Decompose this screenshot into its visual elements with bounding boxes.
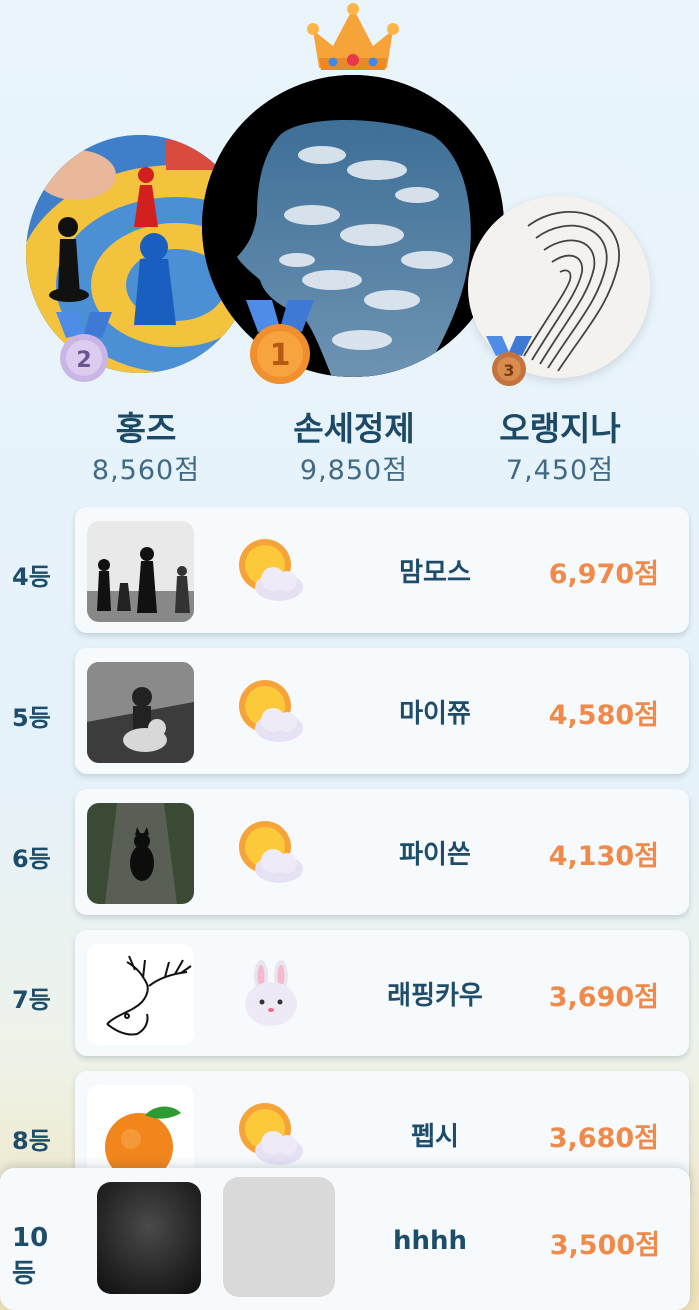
- bear-doll-photo: [87, 662, 194, 763]
- podium: 1 2 3 홍즈 8,560점 손세정제 9,850점 오랭지나 7,450점: [0, 0, 699, 495]
- gold-medal-icon: 1: [246, 300, 314, 384]
- sun-behind-cloud-icon: [239, 680, 303, 742]
- first-score: 9,850점: [299, 455, 409, 486]
- user-score: 6,970점: [548, 559, 659, 590]
- my-rank-card[interactable]: 10등 hhhh 3,500점: [0, 1168, 690, 1310]
- user-score: 3,680점: [548, 1123, 659, 1154]
- chess-pieces-photo: [87, 521, 194, 622]
- user-name: 마이쮸: [399, 699, 471, 729]
- my-avatar: [97, 1182, 201, 1294]
- list-item[interactable]: 파이쓴 4,130점: [75, 789, 689, 915]
- second-name: 홍즈: [115, 409, 177, 448]
- first-name: 손세정제: [293, 409, 415, 448]
- silver-medal-icon: 2: [56, 312, 112, 382]
- user-name: 맘모스: [399, 558, 471, 588]
- my-score: 3,500점: [549, 1230, 660, 1261]
- rank-label: 7등: [12, 986, 51, 1014]
- third-score: 7,450점: [505, 455, 615, 486]
- third-name: 오랭지나: [499, 409, 621, 448]
- rank-label: 6등: [12, 845, 51, 873]
- sun-behind-cloud-icon: [239, 539, 303, 601]
- user-name: 파이쓴: [399, 840, 471, 870]
- svg-text:1: 1: [270, 338, 291, 373]
- list-item[interactable]: 마이쮸 4,580점: [75, 648, 689, 774]
- rank-label: 8등: [12, 1127, 51, 1155]
- crown-icon: [307, 3, 399, 70]
- user-score: 4,580점: [548, 700, 659, 731]
- user-name: 펩시: [411, 1122, 459, 1152]
- my-rank-label: 10등: [12, 1223, 49, 1289]
- rank-label: 4등: [12, 563, 51, 591]
- sun-behind-cloud-icon: [239, 821, 303, 883]
- user-score: 4,130점: [548, 841, 659, 872]
- my-name: hhhh: [392, 1226, 468, 1256]
- list-item[interactable]: 맘모스 6,970점: [75, 507, 689, 633]
- black-cat-photo: [87, 803, 194, 904]
- user-score: 3,690점: [548, 982, 659, 1013]
- my-emoji-placeholder: [223, 1177, 335, 1297]
- rabbit-face-icon: [245, 960, 297, 1026]
- svg-text:2: 2: [76, 348, 91, 373]
- rank-label: 5등: [12, 704, 51, 732]
- sun-behind-cloud-icon: [239, 1103, 303, 1165]
- second-score: 8,560점: [91, 455, 201, 486]
- svg-text:3: 3: [503, 361, 514, 380]
- list-item[interactable]: 래핑카우 3,690점: [75, 930, 689, 1056]
- bronze-medal-icon: 3: [486, 336, 532, 386]
- user-name: 래핑카우: [387, 981, 483, 1011]
- deer-sketch: [87, 944, 194, 1045]
